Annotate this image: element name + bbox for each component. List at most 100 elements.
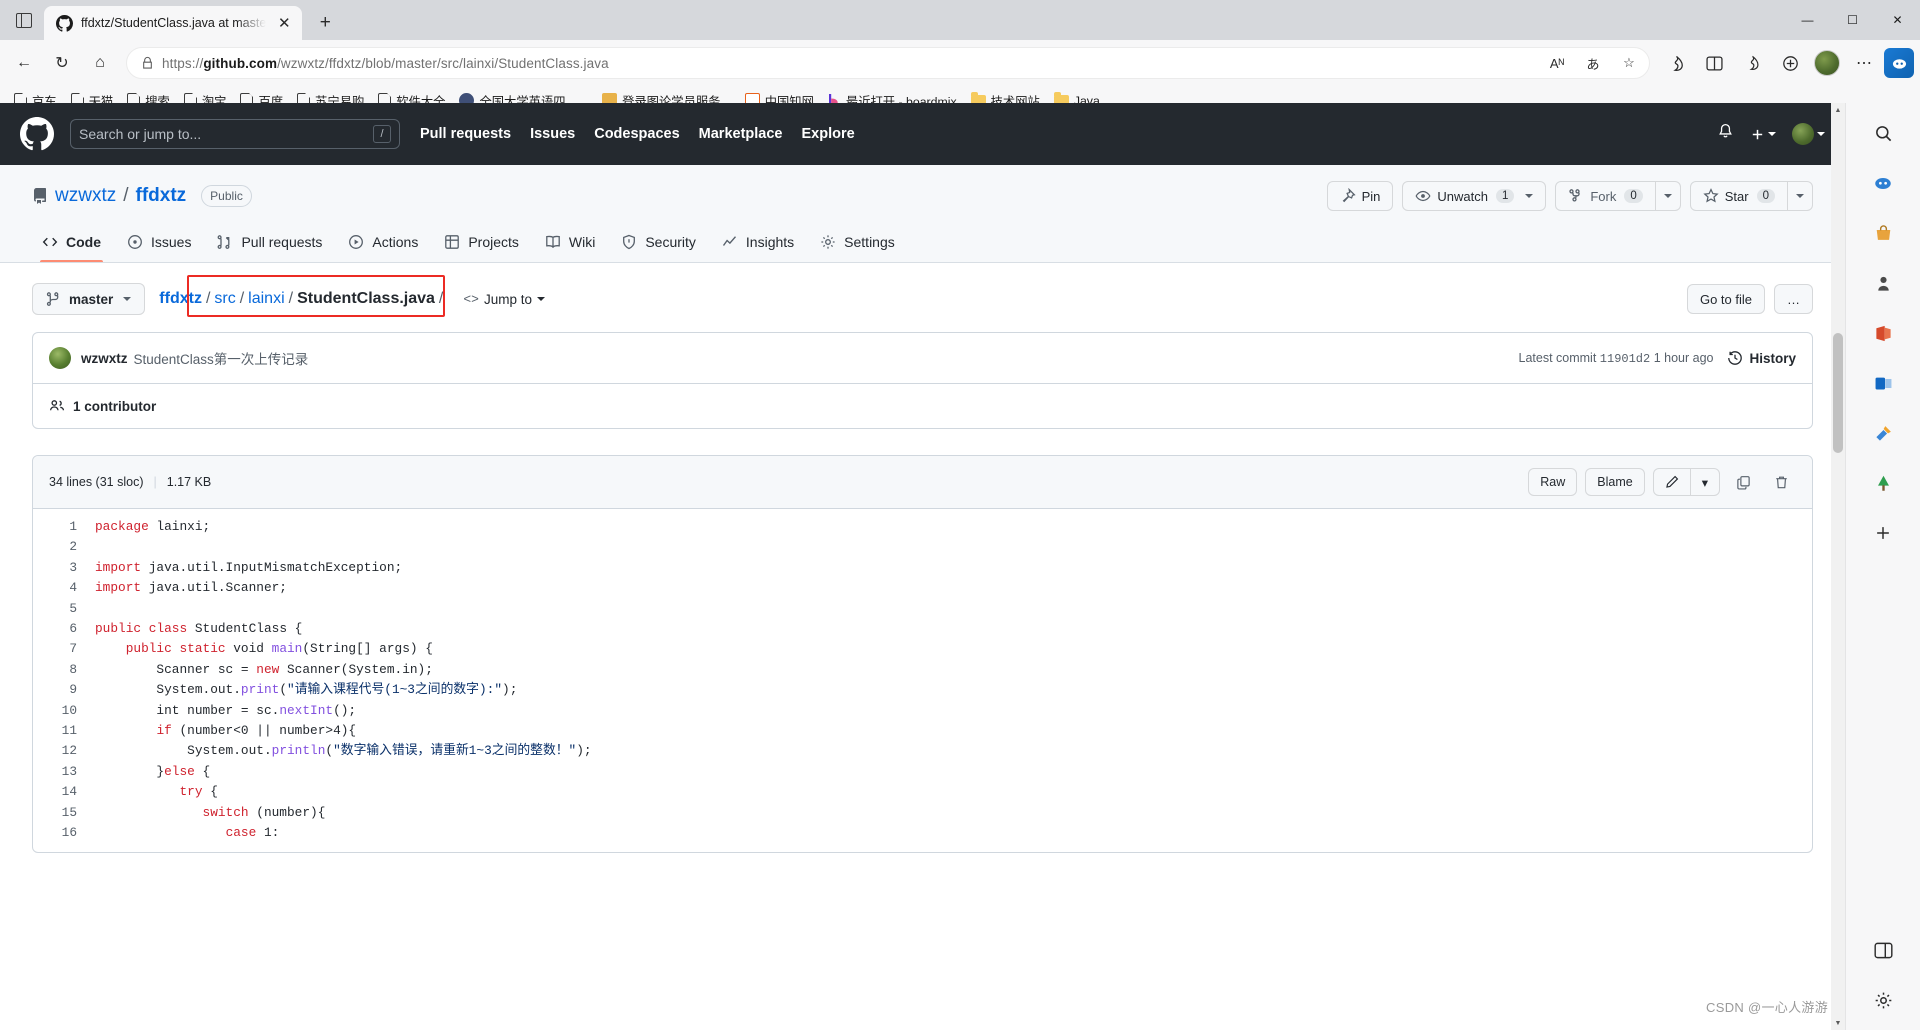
copy-icon[interactable] xyxy=(1728,468,1758,496)
jump-to-button[interactable]: <> Jump to xyxy=(463,292,546,307)
reload-button[interactable]: ↻ xyxy=(44,45,80,81)
tab-code[interactable]: Code xyxy=(32,226,111,262)
tools-icon[interactable] xyxy=(1867,417,1899,449)
tab-label: Pull requests xyxy=(241,234,323,250)
edit-dropdown-button[interactable]: ▾ xyxy=(1689,468,1720,496)
scroll-up-arrow[interactable]: ▲ xyxy=(1831,103,1845,117)
fork-button[interactable]: Fork 0 xyxy=(1555,181,1655,211)
tab-security[interactable]: Security xyxy=(611,226,706,262)
edit-file-button[interactable] xyxy=(1652,468,1690,496)
eye-icon xyxy=(1415,190,1431,202)
code-line: import java.util.Scanner; xyxy=(95,580,287,596)
close-window-button[interactable]: ✕ xyxy=(1875,0,1920,40)
raw-button[interactable]: Raw xyxy=(1528,468,1578,496)
tab-actions-button[interactable] xyxy=(4,0,44,40)
split-screen-icon[interactable] xyxy=(1696,45,1732,81)
search-shortcut-key: / xyxy=(373,125,391,143)
browser-tab[interactable]: ffdxtz/StudentClass.java at maste ✕ xyxy=(44,6,303,40)
nav-pull-requests[interactable]: Pull requests xyxy=(420,126,511,142)
nav-issues[interactable]: Issues xyxy=(530,126,575,142)
pin-button[interactable]: Pin xyxy=(1326,181,1394,211)
tab-pull-requests[interactable]: Pull requests xyxy=(207,226,332,262)
home-button[interactable]: ⌂ xyxy=(82,45,118,81)
more-options-button[interactable]: … xyxy=(1774,284,1813,314)
tab-close-icon[interactable]: ✕ xyxy=(274,13,294,33)
copilot-icon[interactable] xyxy=(1884,48,1914,78)
history-link[interactable]: History xyxy=(1727,350,1796,366)
tab-actions[interactable]: Actions xyxy=(338,226,428,262)
tab-projects[interactable]: Projects xyxy=(434,226,529,262)
latest-commit-box: wzwxtz StudentClass第一次上传记录 Latest commit… xyxy=(32,332,1813,429)
code-icon xyxy=(42,234,58,250)
github-mark-icon[interactable] xyxy=(20,117,54,151)
shopping-icon[interactable] xyxy=(1867,217,1899,249)
scrollbar-thumb[interactable] xyxy=(1833,333,1843,453)
commit-sha[interactable]: 11901d2 xyxy=(1600,352,1650,366)
repo-owner-link[interactable]: wzwxtz xyxy=(55,185,116,207)
maximize-button[interactable]: ☐ xyxy=(1830,0,1875,40)
github-favicon-icon xyxy=(56,14,73,32)
nav-codespaces[interactable]: Codespaces xyxy=(594,126,679,142)
add-icon[interactable] xyxy=(1867,517,1899,549)
add-favorite-icon[interactable]: ☆ xyxy=(1615,49,1643,77)
back-button[interactable]: ← xyxy=(6,45,42,81)
line-number: 1 xyxy=(69,519,77,534)
collections-icon[interactable] xyxy=(1658,45,1694,81)
star-dropdown-button[interactable] xyxy=(1787,181,1813,211)
tab-insights[interactable]: Insights xyxy=(712,226,804,262)
code-content[interactable]: package lainxi; import java.util.InputMi… xyxy=(87,509,1812,852)
line-number: 15 xyxy=(61,804,77,820)
breadcrumb-separator: / xyxy=(239,290,245,307)
repo-name-link[interactable]: ffdxtz xyxy=(136,185,187,207)
copilot-icon[interactable] xyxy=(1867,167,1899,199)
trash-icon[interactable] xyxy=(1766,468,1796,496)
settings-more-icon[interactable]: ⋯ xyxy=(1846,45,1882,81)
search-input[interactable]: Search or jump to... / xyxy=(70,119,400,149)
unwatch-button[interactable]: Unwatch 1 xyxy=(1402,181,1547,211)
search-icon[interactable] xyxy=(1867,117,1899,149)
page-scrollbar[interactable]: ▲ ▼ xyxy=(1831,103,1845,1030)
bell-icon[interactable] xyxy=(1717,123,1734,145)
browser-essentials-icon[interactable] xyxy=(1772,45,1808,81)
translate-icon[interactable]: あ xyxy=(1579,49,1607,77)
tree-icon[interactable] xyxy=(1867,467,1899,499)
favorites-icon[interactable] xyxy=(1734,45,1770,81)
go-to-file-button[interactable]: Go to file xyxy=(1686,284,1765,314)
fork-dropdown-button[interactable] xyxy=(1654,181,1681,211)
create-new-menu[interactable] xyxy=(1750,127,1776,142)
scroll-down-arrow[interactable]: ▼ xyxy=(1831,1016,1845,1030)
blame-button[interactable]: Blame xyxy=(1585,468,1645,496)
games-icon[interactable] xyxy=(1867,267,1899,299)
breadcrumb-separator: / xyxy=(205,290,211,307)
tab-settings[interactable]: Settings xyxy=(810,226,905,262)
book-icon xyxy=(545,234,561,250)
address-bar[interactable]: https://github.com/wzwxtz/ffdxtz/blob/ma… xyxy=(126,47,1650,79)
branch-selector-button[interactable]: master xyxy=(32,283,146,315)
chevron-down-icon xyxy=(1768,132,1776,136)
avatar xyxy=(1792,123,1814,145)
breadcrumb-dir-lainxi[interactable]: lainxi xyxy=(248,290,284,308)
commit-author-name[interactable]: wzwxtz xyxy=(81,351,128,366)
profile-avatar[interactable] xyxy=(1814,50,1840,76)
contributors[interactable]: 1 contributor xyxy=(49,398,156,414)
settings-icon[interactable] xyxy=(1867,984,1899,1016)
commit-time: 1 hour ago xyxy=(1653,350,1714,365)
minimize-button[interactable]: — xyxy=(1785,0,1830,40)
commit-message[interactable]: StudentClass第一次上传记录 xyxy=(134,348,309,368)
pin-label: Pin xyxy=(1361,188,1381,204)
read-aloud-icon[interactable]: Aᴺ xyxy=(1543,49,1571,77)
tab-wiki[interactable]: Wiki xyxy=(535,226,605,262)
office-icon[interactable] xyxy=(1867,317,1899,349)
breadcrumb-dir-src[interactable]: src xyxy=(214,290,235,308)
breadcrumb-repo[interactable]: ffdxtz xyxy=(159,290,202,308)
tab-issues[interactable]: Issues xyxy=(117,226,201,262)
outlook-icon[interactable] xyxy=(1867,367,1899,399)
new-tab-button[interactable]: + xyxy=(310,8,340,38)
user-menu[interactable] xyxy=(1792,123,1825,145)
unwatch-label: Unwatch xyxy=(1437,188,1488,204)
star-button[interactable]: Star 0 xyxy=(1689,181,1787,211)
split-icon[interactable] xyxy=(1867,934,1899,966)
nav-explore[interactable]: Explore xyxy=(801,126,854,142)
line-number: 10 xyxy=(61,702,77,718)
nav-marketplace[interactable]: Marketplace xyxy=(699,126,783,142)
